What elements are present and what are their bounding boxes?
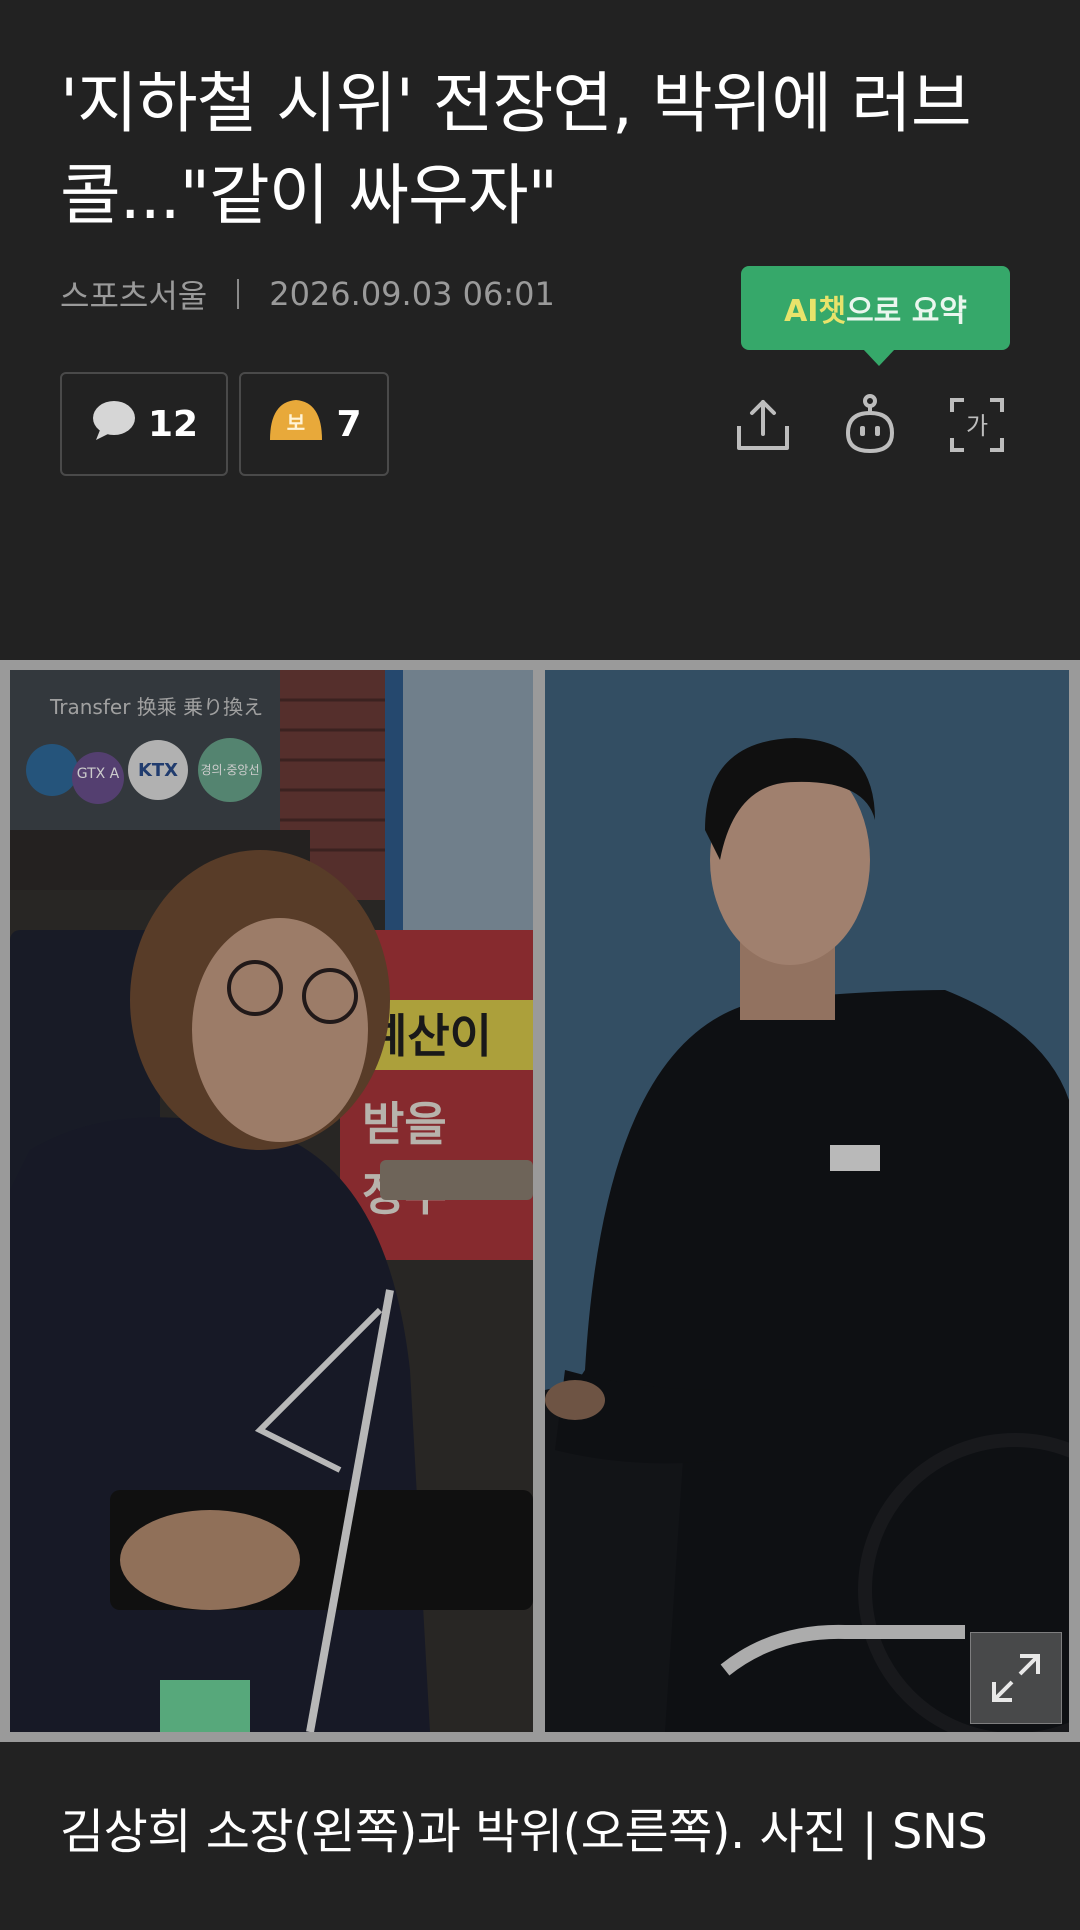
reactions-button[interactable]: 보 7	[239, 372, 389, 476]
ai-bot-button[interactable]	[835, 390, 905, 460]
share-icon	[737, 400, 789, 450]
svg-text:가: 가	[966, 412, 988, 440]
comments-count: 12	[147, 403, 199, 445]
article-meta: 스포츠서울 2026.09.03 06:01	[60, 272, 555, 316]
article-photo[interactable]: Transfer 换乘 乗り換え GTX A KTX 경의·중앙선 예산이 받을…	[0, 660, 1080, 1742]
photo-right-park-wi	[545, 670, 1069, 1732]
ai-bot-icon	[845, 394, 895, 454]
ai-summary-label-rest: 으로 요약	[846, 294, 967, 329]
article-title: '지하철 시위' 전장연, 박위에 러브콜..."같이 싸우자"	[60, 65, 972, 234]
reaction-emoji-glyph: 보	[287, 411, 305, 435]
photo-caption: 김상희 소장(왼쪽)과 박위(오른쪽). 사진 | SNS	[60, 1804, 988, 1860]
ai-summary-button[interactable]: AI챗 으로 요약	[741, 266, 1010, 366]
article-source[interactable]: 스포츠서울	[60, 271, 207, 317]
expand-icon	[992, 1654, 1040, 1702]
expand-photo-button[interactable]	[970, 1632, 1062, 1724]
share-button[interactable]	[728, 390, 798, 460]
reaction-emoji-icon: 보	[266, 396, 326, 453]
font-size-button[interactable]: 가	[942, 390, 1012, 460]
comment-bubble-icon	[90, 398, 138, 451]
photo-left-kim-sang-hee: Transfer 换乘 乗り換え GTX A KTX 경의·중앙선 예산이 받을…	[10, 670, 533, 1732]
ai-summary-label-highlight: AI챗	[784, 294, 847, 329]
font-size-icon: 가	[950, 398, 1004, 452]
article-date: 2026.09.03 06:01	[269, 275, 555, 313]
reactions-count: 7	[336, 403, 362, 445]
meta-divider	[237, 279, 240, 309]
comments-button[interactable]: 12	[60, 372, 228, 476]
